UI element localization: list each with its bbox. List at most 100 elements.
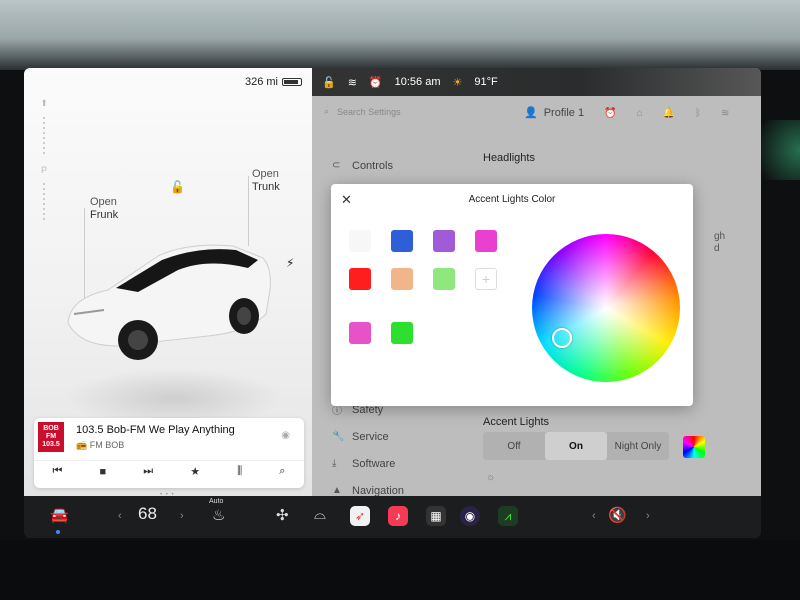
profile-label: Profile 1: [543, 106, 585, 119]
unlock-icon[interactable]: 🔓: [170, 180, 185, 194]
car-status-pane: 326 mi ⬆ P Open Frunk Open Trunk 🔓 ⚡ BOB…: [24, 68, 312, 498]
swatch-magenta[interactable]: [475, 230, 497, 252]
accent-option-off[interactable]: Off: [483, 432, 545, 460]
search-icon[interactable]: ⌕: [279, 465, 285, 478]
dashboard-background: [0, 0, 800, 70]
color-wheel-handle[interactable]: [552, 328, 572, 348]
energy-app-icon[interactable]: ⩘: [498, 506, 518, 526]
swatch-purple[interactable]: [433, 230, 455, 252]
menu-item-software[interactable]: ⤓ Software: [332, 450, 404, 477]
radio-icon: 📻: [76, 440, 88, 450]
car-image: [67, 244, 271, 360]
color-wheel[interactable]: [532, 234, 680, 382]
dashboard-lower: [0, 540, 800, 600]
active-indicator: [56, 530, 60, 534]
download-icon: ⤓: [332, 458, 337, 469]
menu-item-service[interactable]: 🔧 Service: [332, 423, 404, 450]
search-placeholder: Search Settings: [337, 106, 401, 117]
volume-up-icon[interactable]: ›: [646, 510, 650, 522]
profile-button[interactable]: 👤 Profile 1: [524, 106, 585, 120]
swatch-peach[interactable]: [391, 268, 413, 290]
fan-icon[interactable]: ✣: [276, 506, 289, 524]
brightness-icon[interactable]: ☼: [486, 472, 495, 483]
lock-icon[interactable]: 🔓: [322, 76, 336, 89]
obscured-text-1: gh: [714, 231, 726, 242]
app-launcher-tile: ▦: [426, 506, 446, 526]
swatch-white[interactable]: [349, 230, 371, 252]
obscured-text-2: d: [714, 243, 720, 254]
gear-selector[interactable]: ⬆ P: [34, 98, 54, 298]
app-launcher-icon[interactable]: ▦: [426, 506, 446, 526]
swatch-red[interactable]: [349, 268, 371, 290]
camera-app-icon[interactable]: ◉: [460, 506, 480, 526]
mute-icon[interactable]: 🔇: [608, 506, 627, 524]
clock: 10:56 am: [394, 76, 441, 88]
menu-item-controls[interactable]: ⊂ Controls: [332, 152, 393, 179]
wifi-icon[interactable]: ≋: [721, 108, 729, 119]
previous-track-icon[interactable]: ⏮: [53, 465, 63, 478]
accent-color-dialog: ✕ Accent Lights Color +: [331, 184, 693, 406]
menu-item-label: Service: [352, 430, 389, 443]
bluetooth-icon[interactable]: ᛒ: [695, 108, 701, 119]
stop-icon[interactable]: ■: [100, 466, 107, 478]
next-track-icon[interactable]: ⏭: [143, 465, 153, 478]
navigation-app-icon[interactable]: ➶: [350, 506, 370, 526]
open-trunk-action: Open: [252, 168, 279, 180]
open-frunk-action: Open: [90, 196, 117, 208]
music-app-tile: ♪: [388, 506, 408, 526]
accent-lights-heading: Accent Lights: [483, 416, 550, 428]
settings-search[interactable]: ⌕ Search Settings: [324, 106, 401, 117]
battery-icon: [282, 78, 302, 86]
home-icon[interactable]: ⌂: [636, 108, 642, 119]
charge-port-icon[interactable]: ⚡: [286, 256, 294, 270]
wrench-icon: 🔧: [332, 431, 345, 442]
seat-heat-mode: Auto: [209, 498, 224, 505]
wiper-icon[interactable]: ⌓: [314, 506, 326, 523]
alarm-icon: ⏰: [368, 76, 383, 89]
open-trunk-button[interactable]: Open Trunk: [252, 168, 280, 194]
outside-temp: 91°F: [474, 76, 498, 88]
accent-option-on[interactable]: On: [545, 432, 607, 460]
wifi-icon: ≋: [347, 76, 357, 89]
add-swatch-button[interactable]: +: [475, 268, 497, 290]
bottom-dock: 🚘 ‹ 68 › Auto ♨ ✣ ⌓ ➶ ♪ ▦ ◉ ⩘ ‹ 🔇 ›: [24, 496, 761, 538]
bell-icon[interactable]: 🔔: [663, 108, 675, 119]
energy-app-tile: ⩘: [498, 506, 518, 526]
range-value: 326 mi: [244, 76, 278, 88]
accent-option-night-only[interactable]: Night Only: [607, 432, 669, 460]
temp-down-icon[interactable]: ‹: [118, 510, 122, 522]
audio-output-icon[interactable]: ◉: [281, 430, 290, 441]
music-app-icon[interactable]: ♪: [388, 506, 408, 526]
swatch-light-green[interactable]: [433, 268, 455, 290]
cabin-temperature[interactable]: 68: [138, 504, 157, 524]
media-player: BOB FM 103.5 103.5 Bob-FM We Play Anythi…: [34, 418, 304, 488]
dialog-title: Accent Lights Color: [468, 194, 556, 205]
accent-lights-selector: Off On Night Only: [483, 432, 669, 460]
settings-top-icons: ⏰ ⌂ 🔔 ᛒ ≋: [604, 108, 729, 119]
swatch-pink[interactable]: [349, 322, 371, 344]
volume-down-icon[interactable]: ‹: [592, 510, 596, 522]
weather-sun-icon: ☀: [452, 76, 463, 89]
open-trunk-label: Trunk: [252, 181, 280, 193]
seat-heater-icon[interactable]: ♨: [212, 506, 225, 524]
menu-item-label: Software: [352, 457, 396, 470]
accent-color-button[interactable]: [683, 436, 705, 458]
car-icon[interactable]: 🚘: [50, 506, 69, 524]
settings-menu-lower: ⓘ Safety 🔧 Service ⤓ Software ▲ Navigati…: [332, 396, 404, 504]
camera-app-tile: ◉: [460, 506, 480, 526]
temp-up-icon[interactable]: ›: [180, 510, 184, 522]
plus-icon: +: [481, 271, 491, 287]
swatch-blue[interactable]: [391, 230, 413, 252]
menu-item-label: Controls: [352, 159, 393, 172]
swatch-green[interactable]: [391, 322, 413, 344]
equalizer-icon[interactable]: ⫼: [237, 465, 242, 478]
alarm-icon[interactable]: ⏰: [604, 108, 616, 119]
station-logo-line3: 103.5: [42, 441, 60, 448]
search-icon: ⌕: [324, 106, 330, 116]
favorite-star-icon[interactable]: ★: [190, 465, 200, 478]
gear-track: [43, 117, 45, 157]
open-frunk-button[interactable]: Open Frunk: [90, 196, 118, 222]
menu-item-label: Navigation: [352, 484, 404, 497]
media-source-label: FM BOB: [89, 440, 125, 450]
media-title: 103.5 Bob-FM We Play Anything: [76, 424, 235, 436]
